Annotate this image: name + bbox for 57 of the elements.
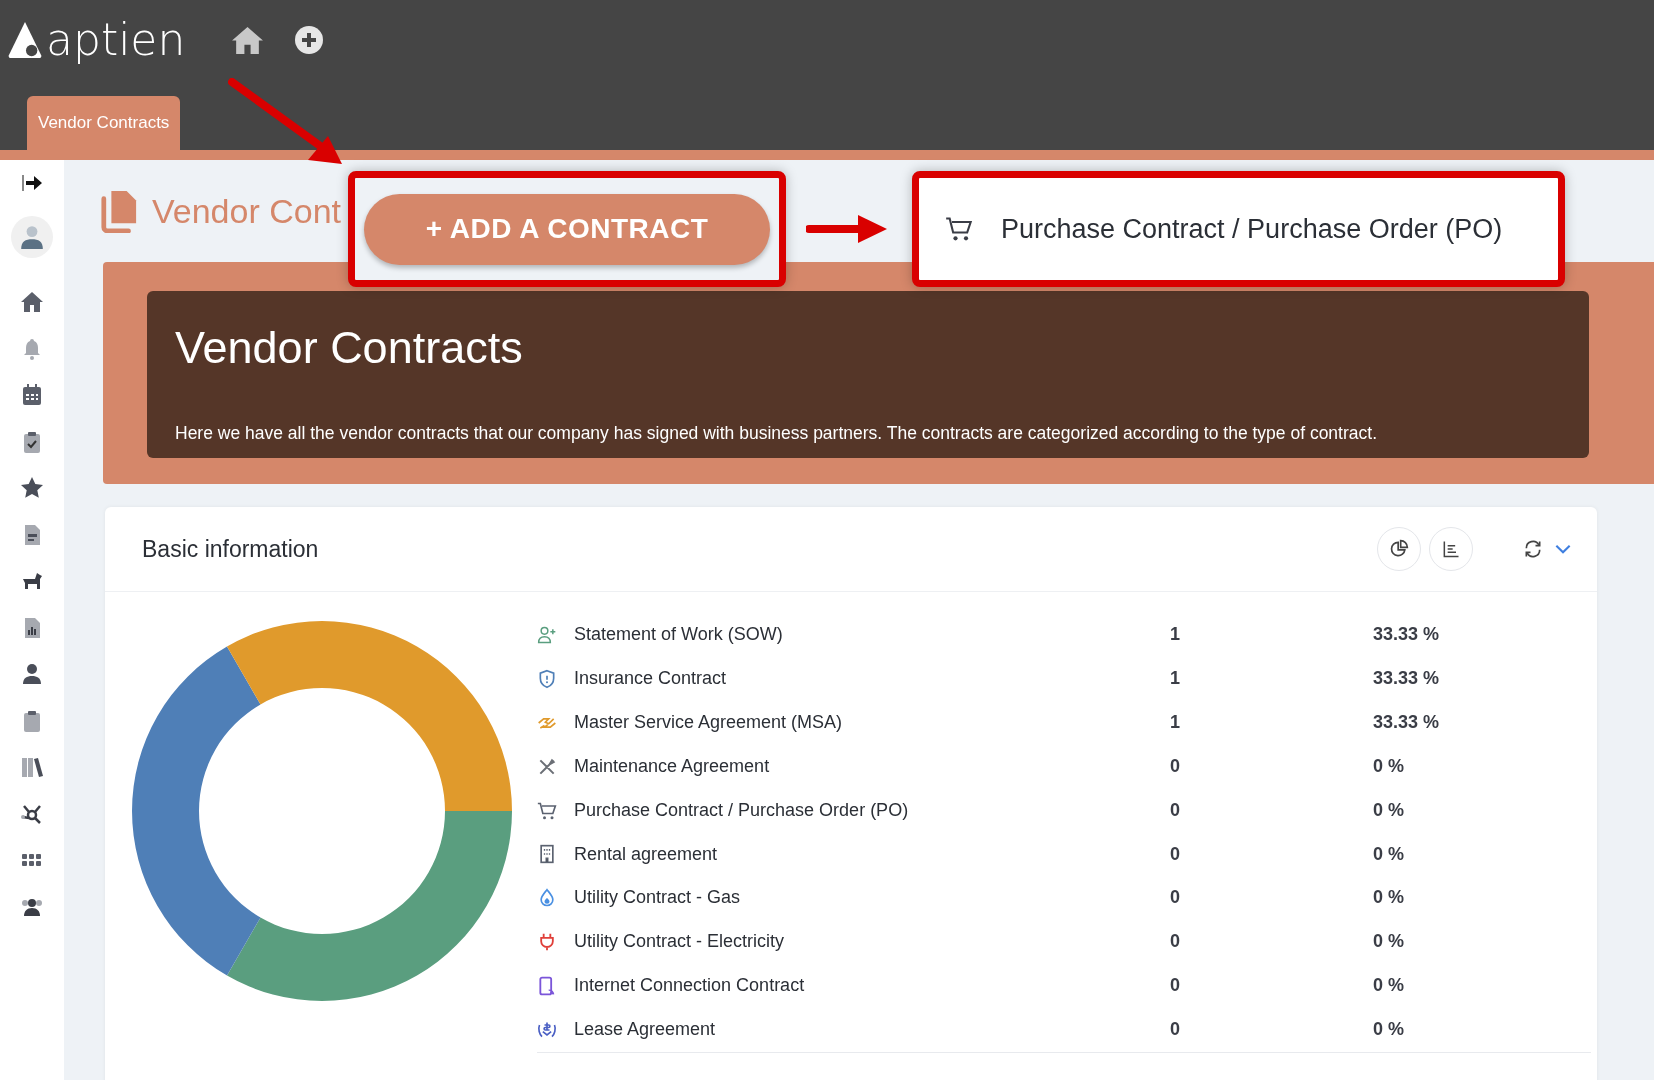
documents-icon [100,189,138,233]
logo-text: aptien [46,18,186,62]
page-title: Vendor Cont [152,191,342,231]
donut-slice[interactable] [227,621,512,811]
menu-option[interactable]: Purchase Contract / Purchase Order (PO) [912,171,1565,287]
star-icon[interactable] [20,476,44,500]
contract-percent: 33.33 % [1373,668,1441,690]
books-icon[interactable] [20,755,44,779]
contract-type: Statement of Work (SOW) [574,624,784,646]
contract-percent: 0 % [1373,975,1406,997]
contract-count: 0 [1170,887,1181,910]
person-icon[interactable] [20,662,44,686]
page-tab[interactable]: Vendor Contracts [27,96,181,150]
option-label: Purchase Contract / Purchase Order (PO) [1001,213,1503,245]
contract-count: 1 [1170,668,1181,690]
pie-chart-button[interactable] [1377,527,1421,571]
contract-percent: 0 % [1373,755,1406,778]
contract-count: 0 [1170,843,1181,866]
contract-count: 0 [1170,931,1181,953]
contract-type: Maintenance Agreement [574,755,771,778]
contract-count: 1 [1170,711,1181,734]
donut-slice[interactable] [132,646,261,976]
contract-type: Utility Contract - Gas [574,887,742,910]
pie-chart-icon [1389,539,1409,559]
contract-percent: 33.33 % [1373,711,1441,734]
banner-title: Vendor Contracts [175,321,524,375]
contract-type: Insurance Contract [574,668,728,690]
card-title: Basic information [142,535,320,563]
contract-percent: 0 % [1373,887,1406,910]
contract-percent: 0 % [1373,843,1406,866]
contract-count: 0 [1170,755,1181,778]
calendar-icon[interactable] [20,383,44,407]
add-icon[interactable] [294,25,325,55]
contract-count: 0 [1170,799,1181,822]
donut-slice[interactable] [227,811,512,1001]
banner-description: Here we have all the vendor contracts that our company has signed with business partners. The contracts are categorized according to the type of contract. [175,423,1378,444]
contract-count: 0 [1170,975,1181,997]
avatar-icon[interactable] [11,215,53,258]
contract-type: Lease Agreement [574,1019,717,1041]
contract-type: Internet Connection Contract [574,975,806,997]
refresh-icon[interactable] [1523,539,1543,559]
contract-count: 0 [1170,1019,1181,1041]
contract-count: 1 [1170,624,1181,646]
bar-list-icon [1441,539,1461,559]
home-icon[interactable] [20,290,44,314]
contract-percent: 0 % [1373,1019,1406,1041]
add-contract-button[interactable]: + ADD A CONTRACT [364,193,770,265]
contract-type: Rental agreement [574,843,719,866]
contract-type: Master Service Agreement (MSA) [574,711,844,734]
contract-percent: 0 % [1373,799,1406,822]
home-icon[interactable] [231,25,265,55]
contract-type: Utility Contract - Electricity [574,931,786,953]
list-chart-button[interactable] [1429,527,1473,571]
contract-type: Purchase Contract / Purchase Order (PO) [574,799,910,822]
contract-percent: 0 % [1373,931,1406,953]
contract-percent: 33.33 % [1373,624,1441,646]
cart-icon [945,215,973,243]
